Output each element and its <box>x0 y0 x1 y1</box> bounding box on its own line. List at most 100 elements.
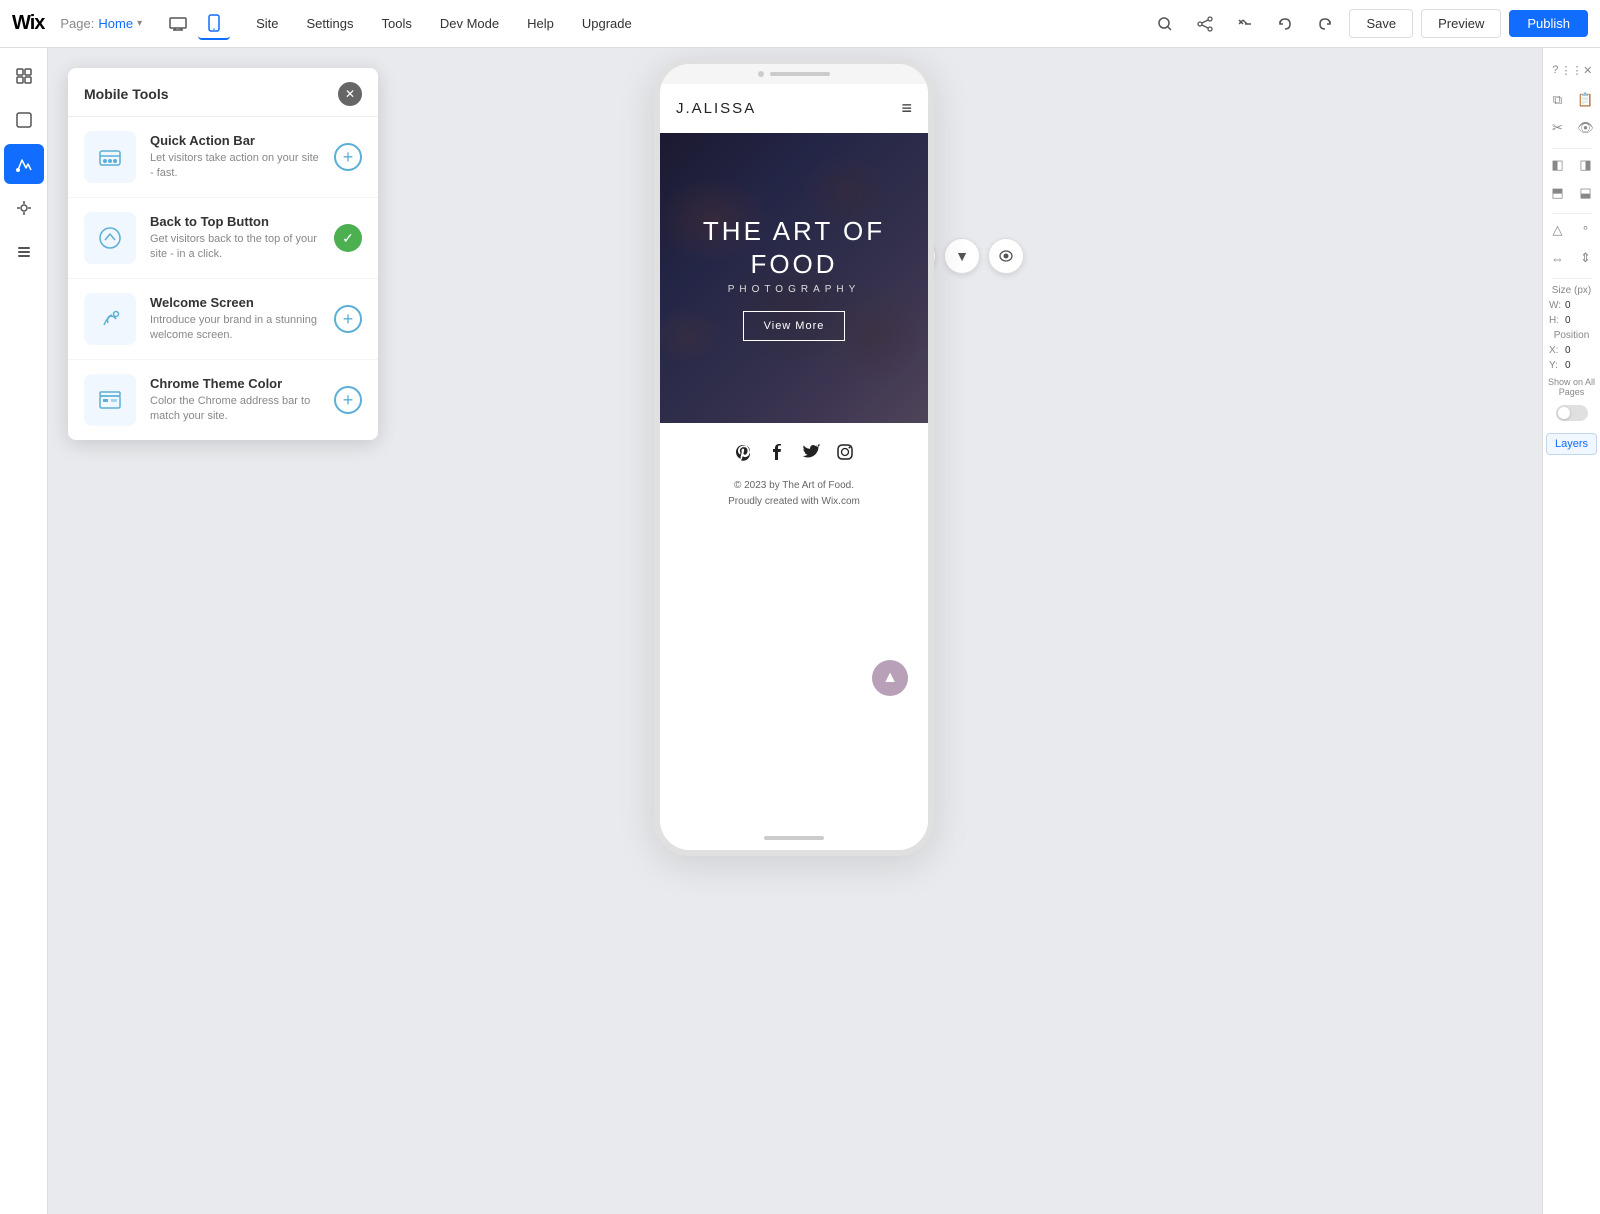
preview-button[interactable]: Preview <box>1421 9 1501 38</box>
rp-align-right-icon[interactable]: ◨ <box>1574 153 1598 177</box>
quick-action-bar-item: Quick Action Bar Let visitors take actio… <box>68 117 378 198</box>
rp-align-top-icon[interactable]: ⬒ <box>1546 181 1570 205</box>
desktop-view-button[interactable] <box>162 8 194 40</box>
rp-size-label: Size (px) <box>1552 283 1591 298</box>
quick-action-bar-action[interactable]: + <box>334 143 362 171</box>
back-to-top-fab[interactable]: ▲ <box>872 660 908 696</box>
sidebar-design-icon[interactable] <box>4 144 44 184</box>
back-to-top-desc: Get visitors back to the top of your sit… <box>150 232 320 263</box>
rp-x-value[interactable]: 0 <box>1565 345 1571 356</box>
sidebar-layers-icon[interactable] <box>4 232 44 272</box>
rp-align-left-icon[interactable]: ◧ <box>1546 153 1570 177</box>
close-mobile-tools-button[interactable]: ✕ <box>338 82 362 106</box>
rp-icon-grid-2: ◧ ◨ ⬒ ⬓ <box>1542 153 1600 205</box>
toggle-knob <box>1558 407 1570 419</box>
nav-devmode[interactable]: Dev Mode <box>426 0 513 48</box>
chrome-theme-action[interactable]: + <box>334 386 362 414</box>
quick-action-bar-desc: Let visitors take action on your site - … <box>150 151 320 182</box>
quick-action-bar-info: Quick Action Bar Let visitors take actio… <box>150 133 320 182</box>
rp-paste-icon[interactable]: 📋 <box>1574 88 1598 112</box>
footer-copy: © 2023 by The Art of Food. Proudly creat… <box>676 478 912 510</box>
back-to-top-enabled-button[interactable]: ✓ <box>334 224 362 252</box>
rp-width-field: W: 0 <box>1543 298 1600 313</box>
nav-site[interactable]: Site <box>242 0 292 48</box>
close-right-panel-button[interactable]: ✕ <box>1582 60 1595 80</box>
rp-view-icon[interactable]: 👁 <box>1574 116 1598 140</box>
rp-align-bottom-icon[interactable]: ⬓ <box>1574 181 1598 205</box>
sidebar-apps-icon[interactable] <box>4 188 44 228</box>
right-panel: ? ⋮⋮ ✕ ⧉ 📋 ✂ 👁 ◧ ◨ ⬒ ⬓ △ ° ⇔ ⇕ Size (px)… <box>1542 48 1600 1214</box>
welcome-screen-item: Welcome Screen Introduce your brand in a… <box>68 279 378 360</box>
topbar: Wix Page: Home ▾ Site Settings Tools Dev… <box>0 0 1600 48</box>
page-selector[interactable]: Page: Home ▾ <box>60 16 142 31</box>
rp-flip-h-icon[interactable]: ⇔ <box>1546 246 1570 270</box>
left-sidebar <box>0 48 48 1214</box>
welcome-screen-add-button[interactable]: + <box>334 305 362 333</box>
move-down-button[interactable]: ▼ <box>944 238 980 274</box>
nav-tools[interactable]: Tools <box>367 0 425 48</box>
visibility-button[interactable] <box>988 238 1024 274</box>
mobile-tools-header: Mobile Tools ✕ <box>68 68 378 117</box>
twitter-icon[interactable] <box>802 443 820 466</box>
rp-icon-grid-1: ⧉ 📋 ✂ 👁 <box>1542 88 1600 140</box>
back-to-top-action[interactable]: ✓ <box>334 224 362 252</box>
show-on-all-pages-toggle[interactable] <box>1556 405 1588 421</box>
topbar-actions: Save Preview Publish <box>1149 8 1588 40</box>
rp-divider-2 <box>1552 213 1592 214</box>
pinterest-icon[interactable] <box>734 443 752 466</box>
search-button[interactable] <box>1149 8 1181 40</box>
rp-y-value[interactable]: 0 <box>1565 360 1571 371</box>
sidebar-elements-icon[interactable] <box>4 100 44 140</box>
home-bar <box>764 836 824 840</box>
quick-action-bar-add-button[interactable]: + <box>334 143 362 171</box>
rp-w-label: W: <box>1549 300 1563 311</box>
device-switcher <box>162 8 230 40</box>
phone-preview: ▲ ▼ J.ALISSA ≡ THE ART OFFO <box>654 58 934 856</box>
back-to-top-icon <box>84 212 136 264</box>
rp-position-label: Position <box>1554 328 1590 343</box>
view-more-button[interactable]: View More <box>743 311 846 341</box>
mobile-view-button[interactable] <box>198 8 230 40</box>
welcome-screen-desc: Introduce your brand in a stunning welco… <box>150 313 320 344</box>
wix-logo: Wix <box>12 12 44 35</box>
welcome-screen-action[interactable]: + <box>334 305 362 333</box>
rp-triangle-icon[interactable]: △ <box>1546 218 1570 242</box>
mobile-tools-title: Mobile Tools <box>84 86 169 102</box>
page-name: Home <box>98 16 133 31</box>
nav-settings[interactable]: Settings <box>293 0 368 48</box>
zoom-button[interactable] <box>1229 8 1261 40</box>
rp-cut-icon[interactable]: ✂ <box>1546 116 1570 140</box>
rp-flip-v-icon[interactable]: ⇕ <box>1574 246 1598 270</box>
site-header: J.ALISSA ≡ <box>660 84 928 133</box>
redo-button[interactable] <box>1309 8 1341 40</box>
show-on-all-pages-label: Show on AllPages <box>1546 373 1597 401</box>
rp-w-value[interactable]: 0 <box>1565 300 1571 311</box>
grid-view-button[interactable]: ⋮⋮ <box>1562 60 1582 80</box>
chrome-theme-item: Chrome Theme Color Color the Chrome addr… <box>68 360 378 440</box>
save-button[interactable]: Save <box>1349 9 1413 38</box>
hamburger-menu[interactable]: ≡ <box>901 98 912 119</box>
phone-home-indicator <box>660 826 928 850</box>
rp-angle-icon[interactable]: ° <box>1574 218 1598 242</box>
welcome-screen-icon <box>84 293 136 345</box>
chrome-theme-add-button[interactable]: + <box>334 386 362 414</box>
rp-copy-icon[interactable]: ⧉ <box>1546 88 1570 112</box>
rp-h-value[interactable]: 0 <box>1565 315 1571 326</box>
undo-button[interactable] <box>1269 8 1301 40</box>
back-to-top-item: Back to Top Button Get visitors back to … <box>68 198 378 279</box>
publish-button[interactable]: Publish <box>1509 10 1588 37</box>
rp-divider-3 <box>1552 278 1592 279</box>
layers-button[interactable]: Layers <box>1546 433 1597 455</box>
rp-x-field: X: 0 <box>1543 343 1600 358</box>
back-to-top-info: Back to Top Button Get visitors back to … <box>150 214 320 263</box>
share-button[interactable] <box>1189 8 1221 40</box>
nav-upgrade[interactable]: Upgrade <box>568 0 646 48</box>
mobile-tools-panel: Mobile Tools ✕ Quick Action Bar Let visi… <box>68 68 378 440</box>
sidebar-pages-icon[interactable] <box>4 56 44 96</box>
facebook-icon[interactable] <box>768 443 786 466</box>
page-label: Page: <box>60 16 94 31</box>
instagram-icon[interactable] <box>836 443 854 466</box>
nav-help[interactable]: Help <box>513 0 568 48</box>
social-icons <box>676 443 912 466</box>
hero-overlay: THE ART OFFOOD PHOTOGRAPHY View More <box>660 133 928 423</box>
